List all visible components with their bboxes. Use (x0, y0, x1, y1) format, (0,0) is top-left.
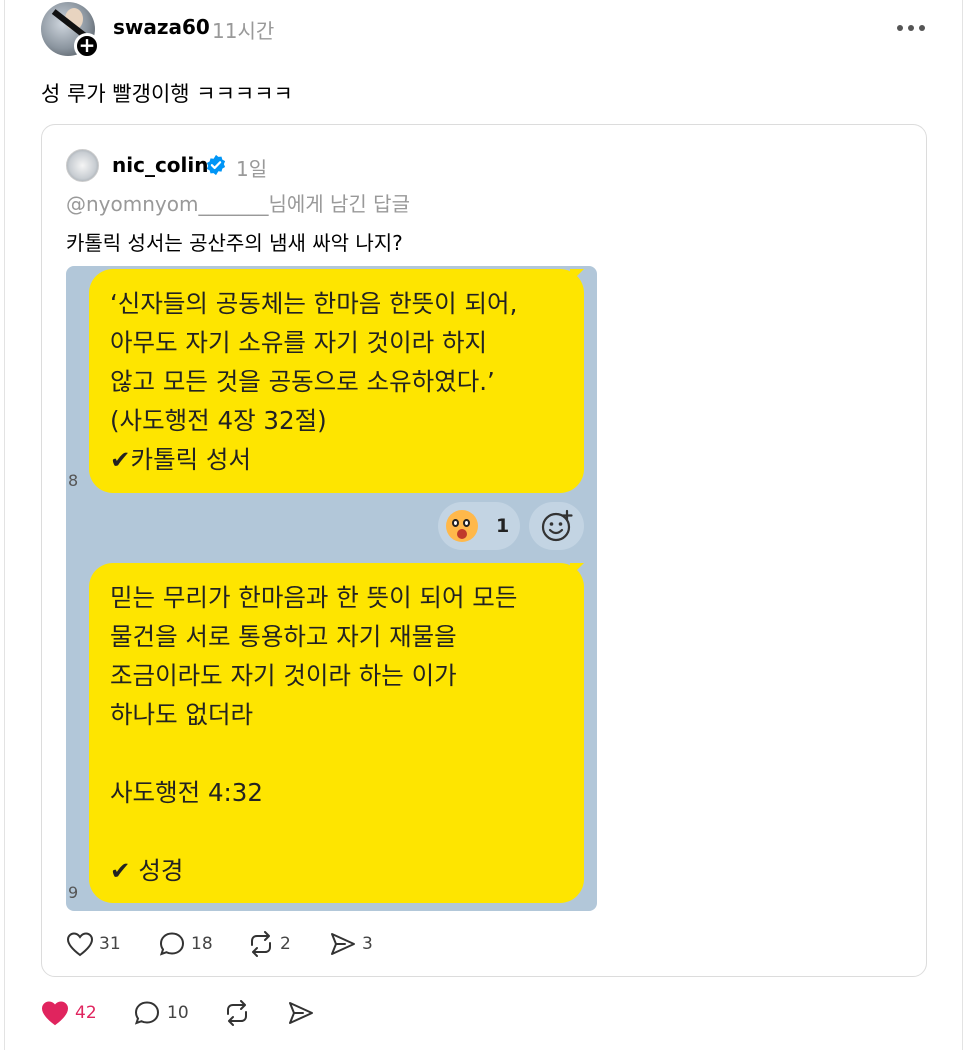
like-button[interactable]: 42 (41, 1000, 97, 1026)
bubble-tail (570, 563, 584, 577)
chat-screenshot-image[interactable]: ‘신자들의 공동체는 한마음 한뜻이 되어, 아무도 자기 소유를 자기 것이라… (66, 266, 597, 911)
quoted-like-count: 31 (99, 934, 121, 954)
post-timestamp[interactable]: 11시간 (212, 15, 274, 44)
more-dot (919, 25, 925, 31)
quoted-repost-count: 2 (280, 934, 291, 954)
follow-plus-icon[interactable]: + (74, 33, 100, 59)
reaction-pill: 1 (438, 502, 520, 550)
quoted-share-count: 3 (362, 934, 373, 954)
comment-icon (159, 932, 185, 956)
smiley-plus-icon (541, 509, 573, 542)
emoji-mouth (457, 529, 467, 539)
quoted-avatar[interactable] (66, 149, 99, 182)
quoted-reply-count: 18 (191, 934, 213, 954)
send-icon (289, 1002, 313, 1024)
heart-filled-icon (41, 1001, 69, 1026)
bubble-tail (570, 269, 584, 283)
reaction-count: 1 (496, 515, 510, 537)
heart-icon (66, 932, 94, 957)
more-options-icon[interactable] (897, 18, 927, 38)
quoted-share-button[interactable]: 3 (329, 931, 373, 957)
more-dot (897, 25, 903, 31)
shocked-emoji-icon (446, 510, 478, 542)
quoted-text: 카톨릭 성서는 공산주의 냄새 싸악 나지? (66, 231, 403, 255)
emoji-eye (463, 519, 470, 527)
post-text: 성 루가 빨갱이행 ㅋㅋㅋㅋㅋ (41, 82, 293, 106)
reply-count: 10 (167, 1003, 189, 1023)
add-reaction-icon (529, 502, 584, 550)
unread-count: 9 (68, 883, 79, 902)
more-dot (908, 25, 914, 31)
share-button[interactable] (287, 1000, 315, 1026)
frame-border-left (4, 0, 5, 1050)
comment-icon (134, 1001, 160, 1025)
like-count: 42 (75, 1003, 97, 1023)
post-username[interactable]: swaza60 (113, 15, 210, 39)
quoted-timestamp[interactable]: 1일 (236, 153, 267, 182)
repost-icon (227, 1000, 247, 1026)
chat-bubble-text: 믿는 무리가 한마음과 한 뜻이 되어 모든 물건을 서로 통용하고 자기 재물… (110, 583, 518, 885)
quoted-repost-button[interactable]: 2 (247, 931, 291, 957)
send-icon (331, 933, 355, 955)
quoted-like-button[interactable]: 31 (66, 931, 121, 957)
repost-button[interactable] (223, 1000, 251, 1026)
repost-icon (251, 931, 271, 957)
frame-border-right (962, 0, 963, 1050)
verified-badge-icon (206, 154, 226, 176)
quoted-reply-to[interactable]: @nyomnyom_______님에게 남긴 답글 (66, 188, 410, 217)
reply-button[interactable]: 10 (133, 1000, 189, 1026)
unread-count: 8 (68, 471, 79, 490)
quoted-reply-button[interactable]: 18 (158, 931, 213, 957)
chat-bubble-text: ‘신자들의 공동체는 한마음 한뜻이 되어, 아무도 자기 소유를 자기 것이라… (110, 289, 518, 474)
emoji-eye (452, 519, 459, 527)
quoted-username[interactable]: nic_colin (112, 153, 209, 177)
